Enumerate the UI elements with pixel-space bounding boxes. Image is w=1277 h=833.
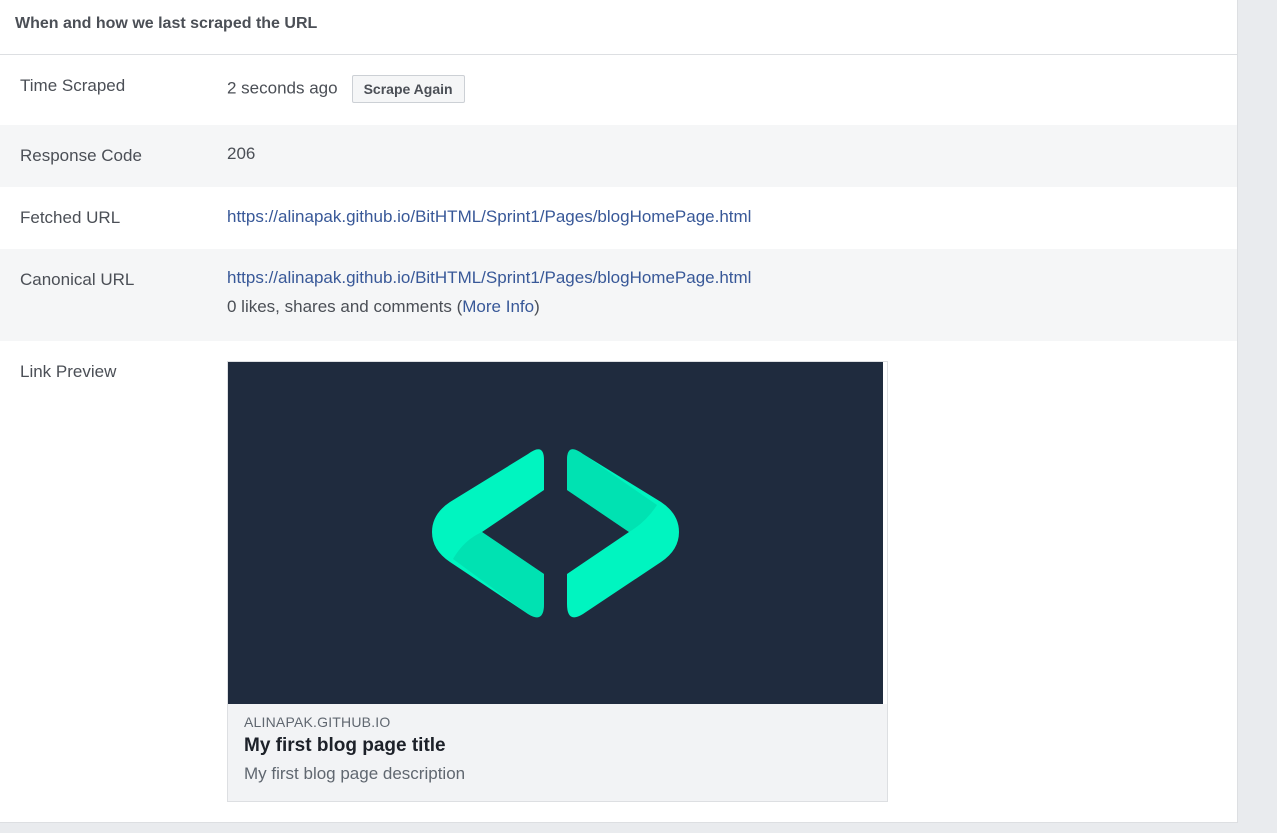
row-canonical-url: Canonical URL https://alinapak.github.io… [0, 249, 1237, 341]
preview-description: My first blog page description [244, 764, 466, 783]
response-code-value: 206 [227, 144, 256, 163]
scrape-info-panel: When and how we last scraped the URL Tim… [0, 0, 1238, 823]
fetched-url-label: Fetched URL [20, 208, 121, 227]
time-scraped-cell: 2 seconds ago Scrape Again [227, 55, 465, 125]
section-header: When and how we last scraped the URL [0, 0, 1237, 55]
row-link-preview: Link Preview ALINAPAK.GITHUB.IO My first… [0, 341, 1237, 821]
preview-title: My first blog page title [244, 735, 446, 756]
section-title: When and how we last scraped the URL [15, 15, 318, 32]
code-brackets-logo-icon [432, 449, 679, 618]
row-response-code: Response Code 206 [0, 125, 1237, 187]
preview-text-area: ALINAPAK.GITHUB.IO My first blog page ti… [228, 704, 887, 801]
preview-domain: ALINAPAK.GITHUB.IO [244, 714, 391, 730]
time-scraped-label: Time Scraped [20, 76, 126, 95]
link-preview-card[interactable]: ALINAPAK.GITHUB.IO My first blog page ti… [227, 361, 888, 802]
row-fetched-url: Fetched URL https://alinapak.github.io/B… [0, 187, 1237, 249]
more-info-link[interactable]: More Info [462, 297, 534, 316]
engagement-text: 0 likes, shares and comments (More Info) [227, 297, 540, 316]
response-code-label: Response Code [20, 146, 142, 165]
time-scraped-value: 2 seconds ago [227, 78, 338, 98]
row-time-scraped: Time Scraped 2 seconds ago Scrape Again [0, 55, 1237, 125]
preview-image [228, 362, 883, 704]
canonical-url-label: Canonical URL [20, 270, 135, 289]
link-preview-label: Link Preview [20, 362, 117, 381]
fetched-url-link[interactable]: https://alinapak.github.io/BitHTML/Sprin… [227, 207, 751, 226]
canonical-url-link[interactable]: https://alinapak.github.io/BitHTML/Sprin… [227, 268, 751, 287]
scrape-again-button[interactable]: Scrape Again [351, 75, 465, 103]
